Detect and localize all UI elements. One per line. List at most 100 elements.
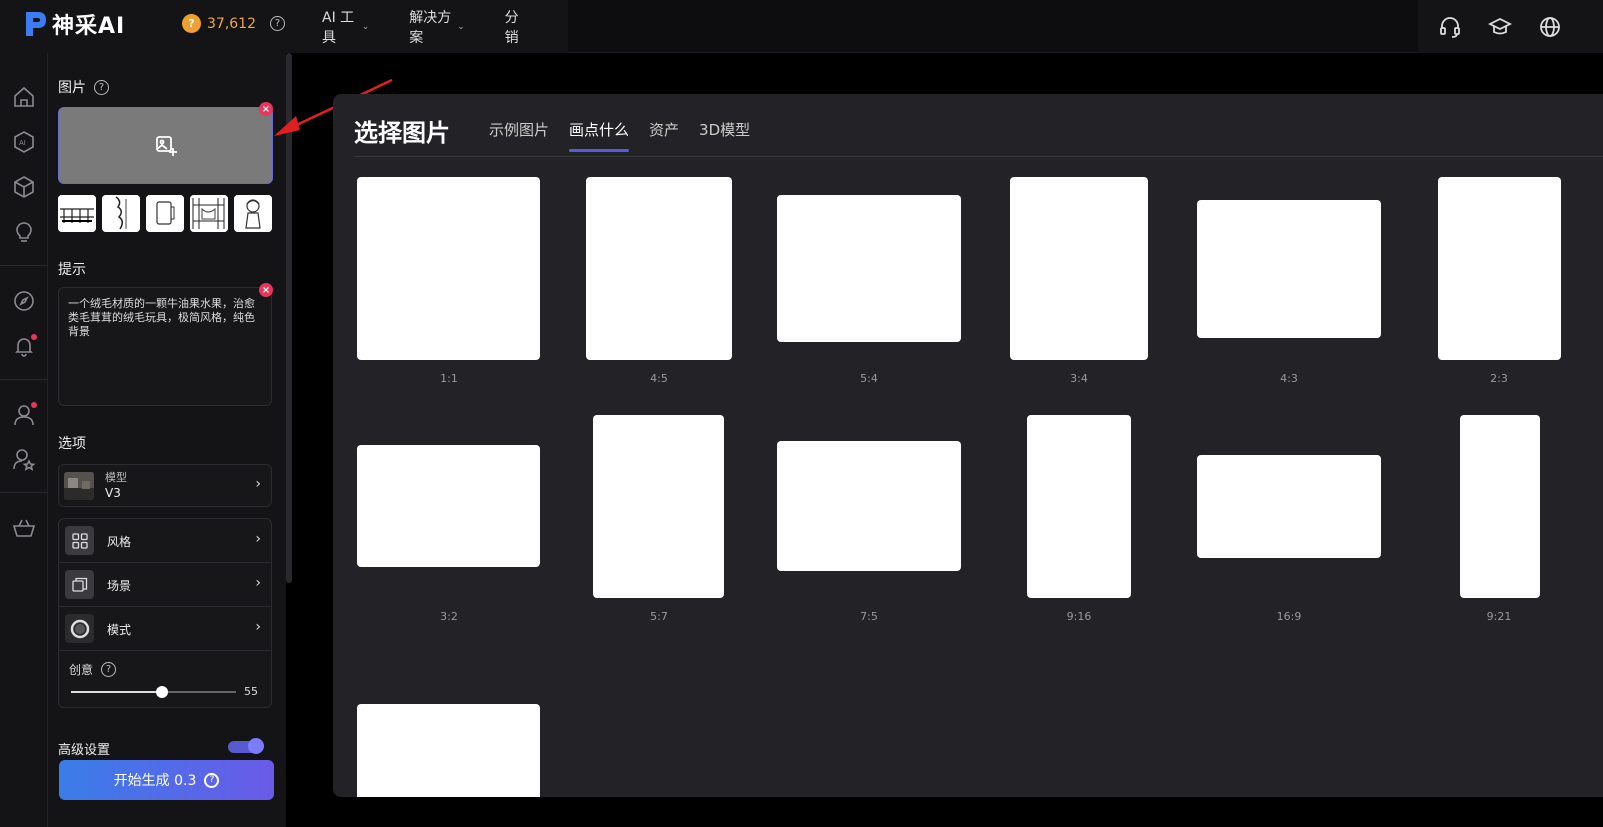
prompt-textarea[interactable]: 一个绒毛材质的一颗牛油果水果，治愈类毛茸茸的绒毛玩具，极简风格，纯色背景 (58, 287, 272, 406)
dialog-title: 选择图片 (354, 119, 450, 147)
ratio-canvas-3-4[interactable] (1010, 177, 1148, 360)
logo-mark-icon (26, 12, 46, 36)
options-group: 风格 › 场景 › 模式 › 创意 ? 55 (58, 518, 272, 708)
ratio-canvas-2-3[interactable] (1438, 177, 1561, 360)
ratio-label: 2:3 (1490, 372, 1508, 385)
ratio-label: 3:4 (1070, 372, 1088, 385)
sample-thumbnail[interactable] (102, 195, 140, 232)
ratio-canvas[interactable] (357, 704, 540, 797)
user-star-icon[interactable] (11, 446, 37, 472)
ratio-canvas-9-16[interactable] (1027, 415, 1131, 598)
settings-panel: 图片 ? × 提示 一个绒毛材质的一颗牛油果水果，治愈类毛茸茸的绒毛玩具，极简风… (48, 53, 286, 827)
option-style[interactable]: 风格 › (59, 519, 271, 563)
coin-icon: ? (204, 772, 220, 788)
chevron-down-icon: ⌄ (457, 21, 465, 32)
generate-label: 开始生成 0.3 (113, 773, 197, 789)
help-icon[interactable]: ? (101, 662, 117, 677)
image-upload-box[interactable] (58, 107, 273, 184)
chevron-right-icon: › (255, 575, 261, 591)
ratio-canvas-4-3[interactable] (1197, 200, 1381, 338)
ratio-canvas-4-5[interactable] (586, 177, 732, 360)
globe-icon[interactable] (1538, 15, 1562, 39)
creativity-label-group: 创意 ? (69, 661, 117, 678)
model-preview-image (64, 472, 94, 500)
icon-rail: AI (0, 53, 48, 827)
graduation-cap-icon[interactable] (1488, 15, 1512, 39)
generate-button[interactable]: 开始生成 0.3 ? (59, 760, 274, 800)
main-nav: AI 工具 ⌄ 解决方案 ⌄ 分销 (322, 0, 568, 53)
prompt-text: 一个绒毛材质的一颗牛油果水果，治愈类毛茸茸的绒毛玩具，极简风格，纯色背景 (68, 297, 255, 338)
option-mode[interactable]: 模式 › (59, 607, 271, 651)
model-label: 模型 (105, 471, 127, 484)
advanced-settings-label: 高级设置 (58, 743, 111, 758)
image-add-icon (155, 135, 177, 156)
nav-item-solutions[interactable]: 解决方案 ⌄ (409, 7, 464, 47)
option-label: 场景 (107, 579, 132, 593)
ratio-canvas-5-4[interactable] (777, 195, 961, 342)
help-icon[interactable]: ? (270, 16, 285, 31)
ai-icon[interactable]: AI (11, 129, 37, 155)
ratio-label: 3:2 (440, 610, 458, 623)
tab-draw[interactable]: 画点什么 (569, 119, 630, 152)
ratio-label: 1:1 (440, 372, 458, 385)
creativity-slider[interactable] (71, 686, 236, 698)
home-icon[interactable] (11, 84, 37, 110)
rail-divider (0, 265, 48, 266)
slider-fill (71, 691, 162, 693)
ratio-canvas-9-21[interactable] (1460, 415, 1540, 598)
option-scene[interactable]: 场景 › (59, 563, 271, 607)
model-selector[interactable]: 模型 V3 › (58, 464, 272, 507)
logo[interactable]: 神采AI (24, 8, 125, 40)
chevron-right-icon: › (255, 531, 261, 547)
tab-examples[interactable]: 示例图片 (489, 119, 549, 152)
image-section-title: 图片 ? (58, 77, 109, 97)
notification-dot (31, 334, 37, 340)
top-bar-right (1418, 0, 1603, 53)
compass-icon[interactable] (11, 288, 37, 314)
ratio-canvas-3-2[interactable] (357, 445, 540, 567)
creativity-label: 创意 (69, 663, 94, 677)
prompt-section-title: 提示 (58, 262, 86, 278)
chevron-right-icon: › (255, 619, 261, 635)
sketch-image (146, 195, 184, 232)
model-thumbnail (64, 472, 94, 500)
toggle-knob (248, 738, 264, 754)
tab-3d-models[interactable]: 3D模型 (699, 119, 750, 152)
tab-assets[interactable]: 资产 (649, 119, 679, 152)
top-bar-left: 神采AI ? 37,612 ? AI 工具 ⌄ 解决方案 ⌄ 分销 (0, 0, 568, 53)
image-title: 图片 (58, 80, 86, 96)
credits-display[interactable]: ? 37,612 ? (182, 14, 285, 33)
ratio-canvas-16-9[interactable] (1197, 455, 1381, 558)
ratio-label: 7:5 (860, 610, 878, 623)
nav-item-label: 分销 (504, 9, 519, 46)
nav-item-distribution[interactable]: 分销 (505, 7, 528, 47)
basket-icon[interactable] (11, 515, 37, 541)
dialog-tabs: 示例图片 画点什么 资产 3D模型 (489, 119, 750, 152)
option-label: 风格 (107, 535, 132, 549)
lightbulb-icon[interactable] (11, 219, 37, 245)
chevron-down-icon: ⌄ (361, 21, 370, 32)
notification-dot (31, 402, 37, 408)
rail-divider (0, 492, 48, 493)
ring-icon (65, 614, 94, 643)
help-icon[interactable]: ? (94, 79, 109, 95)
ratio-canvas-7-5[interactable] (777, 441, 961, 571)
sample-thumbnail[interactable] (146, 195, 184, 232)
nav-item-ai-tools[interactable]: AI 工具 ⌄ (322, 7, 369, 47)
ratio-canvas-1-1[interactable] (357, 177, 540, 360)
creativity-value: 55 (244, 685, 258, 698)
headset-icon[interactable] (1438, 15, 1462, 39)
top-bar: 神采AI ? 37,612 ? AI 工具 ⌄ 解决方案 ⌄ 分销 (0, 0, 1603, 53)
ratio-canvas-5-7[interactable] (593, 415, 724, 598)
clear-prompt-button[interactable]: × (259, 283, 273, 297)
sample-thumbnail[interactable] (234, 195, 272, 232)
sample-thumbnail[interactable] (190, 195, 228, 232)
slider-handle[interactable] (155, 686, 168, 698)
sketch-image (190, 195, 228, 232)
sample-thumbnail[interactable] (58, 195, 96, 232)
ratio-label: 16:9 (1276, 610, 1302, 623)
advanced-settings-toggle[interactable] (228, 738, 264, 754)
cube-icon[interactable] (11, 174, 37, 200)
sketch-image (58, 195, 96, 232)
nav-item-label: AI 工具 (322, 9, 355, 46)
